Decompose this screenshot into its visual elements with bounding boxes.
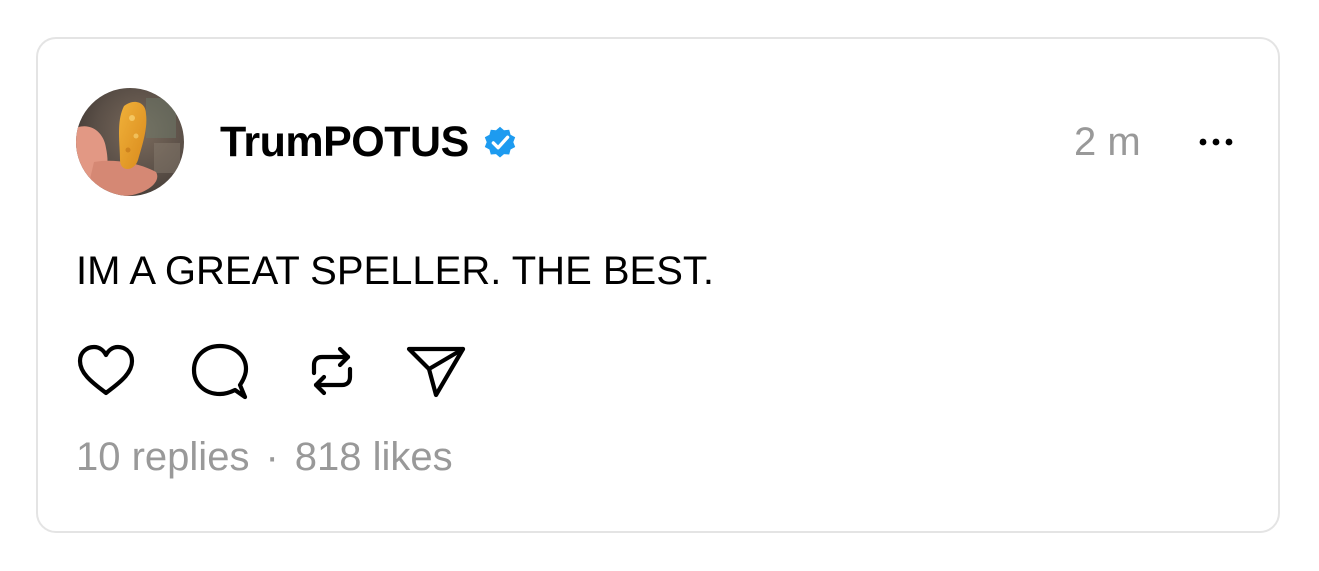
avatar-photo [76, 88, 184, 196]
reply-button[interactable] [188, 339, 252, 403]
repost-icon [311, 346, 353, 396]
avatar[interactable] [76, 88, 184, 196]
like-button[interactable] [74, 339, 138, 403]
heart-icon [77, 344, 135, 396]
more-options-button[interactable] [1193, 127, 1239, 157]
verified-badge-icon [484, 126, 515, 158]
author-username[interactable]: TrumPOTUS [220, 117, 469, 167]
post-card: TrumPOTUS 2 m IM A GREAT SPELLER. THE BE… [36, 37, 1280, 533]
likes-count[interactable]: 818 likes [295, 431, 453, 483]
replies-count[interactable]: 10 replies [76, 431, 249, 483]
share-button[interactable] [404, 339, 468, 403]
repost-button[interactable] [300, 339, 364, 403]
post-text: IM A GREAT SPELLER. THE BEST. [76, 249, 715, 293]
send-icon [406, 346, 466, 398]
author-row: TrumPOTUS [220, 117, 519, 167]
stats-separator: · [265, 435, 279, 479]
post-stats: 10 replies · 818 likes [76, 431, 453, 483]
more-icon [1199, 138, 1233, 146]
comment-icon [191, 343, 249, 400]
post-timestamp: 2 m [1074, 120, 1141, 164]
